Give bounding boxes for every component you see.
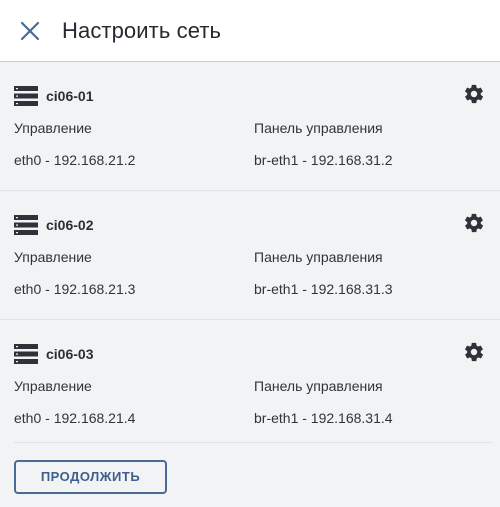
node-card: ci06-03 Управление Панель управления eth… [0,320,500,449]
page-title: Настроить сеть [62,18,222,43]
gear-icon [465,342,484,362]
gear-icon [465,213,484,233]
panel-label: Панель управления [254,120,383,136]
server-icon [14,215,38,235]
mgmt-value: eth0 - 192.168.21.4 [14,410,136,426]
server-icon [14,86,38,106]
dialog-header: Настроить сеть [0,0,500,62]
mgmt-label: Управление [14,378,92,394]
mgmt-label: Управление [14,249,92,265]
panel-label: Панель управления [254,249,383,265]
node-name: ci06-02 [46,217,94,233]
divider [14,442,493,443]
close-icon [20,21,40,41]
panel-value: br-eth1 - 192.168.31.2 [254,152,393,168]
node-settings-button[interactable] [463,212,485,234]
mgmt-label: Управление [14,120,92,136]
node-card: ci06-01 Управление Панель управления eth… [0,62,500,191]
panel-value: br-eth1 - 192.168.31.3 [254,281,393,297]
node-card: ci06-02 Управление Панель управления eth… [0,191,500,320]
panel-value: br-eth1 - 192.168.31.4 [254,410,393,426]
close-button[interactable] [18,19,42,43]
server-icon [14,344,38,364]
node-name: ci06-03 [46,346,94,362]
mgmt-value: eth0 - 192.168.21.2 [14,152,136,168]
node-settings-button[interactable] [463,341,485,363]
gear-icon [465,84,484,104]
node-settings-button[interactable] [463,83,485,105]
panel-label: Панель управления [254,378,383,394]
continue-button[interactable]: ПРОДОЛЖИТЬ [14,460,167,494]
node-name: ci06-01 [46,88,94,104]
mgmt-value: eth0 - 192.168.21.3 [14,281,136,297]
